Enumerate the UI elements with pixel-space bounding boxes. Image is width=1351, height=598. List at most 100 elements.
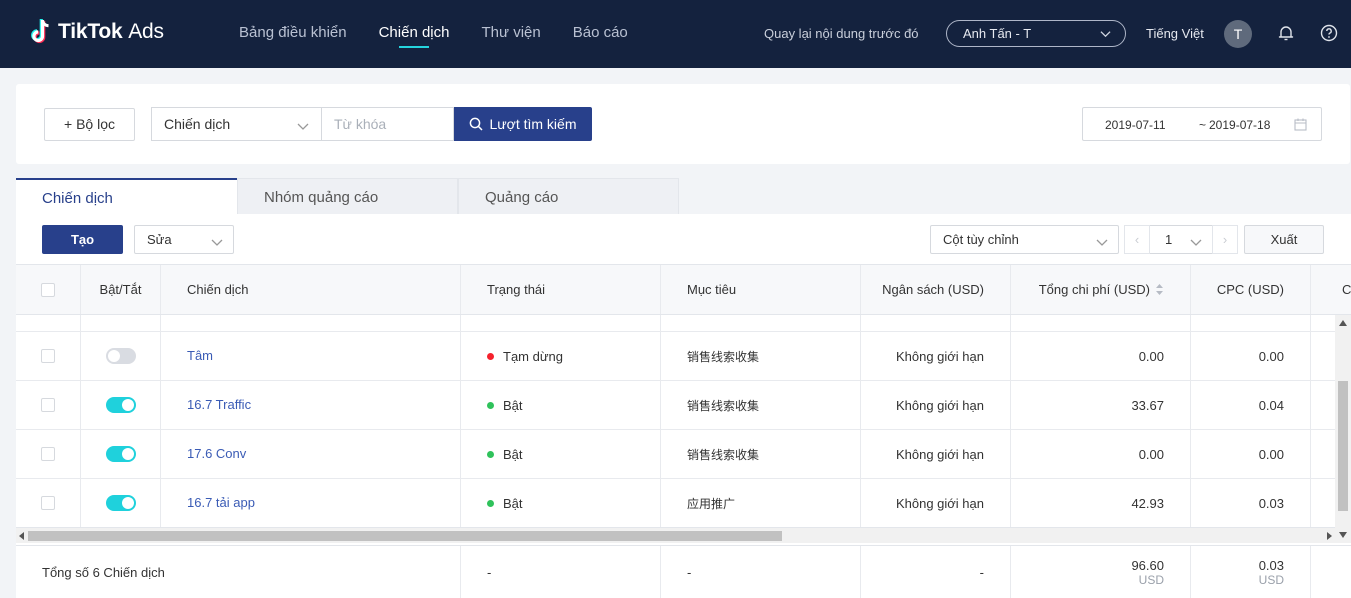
row-cpc-cell: 0.03 [1191,479,1311,527]
campaign-toggle[interactable] [105,397,136,413]
filter-button-label: Bộ lọc [76,116,115,132]
row-campaign-cell: 16.7 Traffic [161,381,461,429]
row-campaign-cell: 17.6 Conv [161,430,461,478]
footer-status: - [461,546,661,598]
cell [1011,315,1191,331]
bell-icon[interactable] [1277,24,1295,42]
tab-campaigns[interactable]: Chiến dịch [16,178,237,215]
status-text: Tạm dừng [503,348,564,364]
scroll-up-icon[interactable] [1339,320,1347,326]
search-button-label: Lượt tìm kiếm [489,116,577,132]
row-status-cell: Bật [461,381,661,429]
row-total-cost-cell: 33.67 [1011,381,1191,429]
row-checkbox[interactable] [41,496,55,510]
search-type-select[interactable]: Chiến dịch [151,107,321,141]
keyword-input[interactable] [321,107,454,141]
vertical-scrollbar[interactable] [1335,315,1351,543]
prev-page-button[interactable]: ‹ [1124,225,1150,254]
row-checkbox[interactable] [41,398,55,412]
row-campaign-cell: 16.7 tải app [161,479,461,527]
campaign-table: Bật/Tắt Chiến dịch Trạng thái Mục tiêu N… [16,264,1351,598]
cell [161,315,461,331]
header-budget: Ngân sách (USD) [861,265,1011,314]
row-total-cost-cell: 0.00 [1011,332,1191,380]
header-toggle: Bật/Tắt [81,265,161,314]
vertical-scroll-thumb[interactable] [1338,381,1348,511]
table-row: 17.6 Conv Bật 销售线索收集 Không giới hạn 0.00 0.00 [16,430,1351,479]
scroll-right-icon[interactable] [1326,532,1332,540]
search-button[interactable]: Lượt tìm kiếm [454,107,592,141]
help-icon[interactable] [1320,24,1338,42]
campaign-toggle[interactable] [105,446,136,462]
table-row: 16.7 tải app Bật 应用推广 Không giới hạn 42.93 0.… [16,479,1351,528]
page-number: 1 [1165,232,1173,247]
campaign-name-link[interactable]: 16.7 Traffic [187,397,251,412]
row-total-cost-cell: 42.93 [1011,479,1191,527]
create-button[interactable]: Tạo [42,225,123,254]
next-page-button[interactable]: › [1212,225,1238,254]
language-switch[interactable]: Tiếng Việt [1146,0,1204,68]
scroll-left-icon[interactable] [19,532,25,540]
nav-campaigns[interactable]: Chiến dịch [379,0,450,68]
campaign-name-link[interactable]: 17.6 Conv [187,446,246,461]
tab-ads[interactable]: Quảng cáo [458,178,679,214]
table-row: Tâm Tạm dừng 销售线索收集 Không giới hạn 0.00 0.00 [16,332,1351,381]
chevron-down-icon [1096,239,1108,246]
cell [81,315,161,331]
row-status-cell: Bật [461,430,661,478]
header-next-column: C [1342,282,1351,297]
header-objective: Mục tiêu [661,265,861,314]
row-checkbox[interactable] [41,349,55,363]
tiktok-ads-logo[interactable]: TikTok Ads [28,18,164,46]
header-total-cost[interactable]: Tổng chi phí (USD) [1011,265,1191,314]
scroll-down-icon[interactable] [1339,532,1347,538]
row-checkbox[interactable] [41,447,55,461]
status-dot [487,352,494,360]
nav-reports[interactable]: Báo cáo [573,0,628,68]
sort-icon[interactable] [1155,283,1164,296]
row-toggle-cell [81,479,161,527]
account-select[interactable]: Anh Tấn - T [946,20,1126,47]
horizontal-scroll-thumb[interactable] [28,531,782,541]
entity-tabs: Chiến dịch Nhóm quảng cáo Quảng cáo [16,178,679,215]
edit-select[interactable]: Sửa [134,225,234,254]
table-row: 16.7 Traffic Bật 销售线索收集 Không giới hạn 33.67… [16,381,1351,430]
campaign-toggle[interactable] [105,495,136,511]
header-campaign[interactable]: Chiến dịch [161,265,461,314]
custom-columns-select[interactable]: Cột tùy chỉnh [930,225,1119,254]
tab-ad-groups[interactable]: Nhóm quảng cáo [237,178,458,214]
page-select[interactable]: 1 [1150,225,1212,254]
row-cpc-cell: 0.00 [1191,430,1311,478]
nav-library[interactable]: Thư viện [481,0,540,68]
nav-dashboard[interactable]: Bảng điều khiển [239,0,347,68]
custom-columns-value: Cột tùy chỉnh [943,232,1019,247]
brand-name: TikTok Ads [58,20,164,43]
campaign-name-link[interactable]: 16.7 tải app [187,495,255,510]
row-budget-cell: Không giới hạn [861,332,1011,380]
back-link[interactable]: Quay lại nội dung trước đó [764,0,919,68]
horizontal-scrollbar[interactable] [16,527,1335,543]
row-select-cell [16,332,81,380]
campaign-toggle[interactable] [105,348,136,364]
table-header: Bật/Tắt Chiến dịch Trạng thái Mục tiêu N… [16,265,1351,315]
footer-summary: Tổng số 6 Chiến dịch [16,546,461,598]
date-separator: ~ [1199,118,1207,132]
avatar[interactable]: T [1224,20,1252,48]
chevron-down-icon [297,123,309,130]
main-nav: Bảng điều khiển Chiến dịch Thư viện Báo … [239,0,660,68]
select-all-checkbox[interactable] [41,282,55,297]
table-footer: Tổng số 6 Chiến dịch - - - 96.60 USD 0.0… [16,545,1351,598]
header-cpc: CPC (USD) [1191,265,1311,314]
date-range-picker[interactable]: 2019-07-11 ~ 2019-07-18 [1082,107,1322,141]
header-status: Trạng thái [461,265,661,314]
footer-objective: - [661,546,861,598]
export-button[interactable]: Xuất [1244,225,1324,254]
row-select-cell [16,479,81,527]
header-total-cost-label: Tổng chi phí (USD) [1038,282,1150,297]
filter-button[interactable]: + Bộ lọc [44,108,135,141]
campaign-name-link[interactable]: Tâm [187,348,213,363]
status-dot [487,401,494,409]
row-objective-cell: 销售线索收集 [661,381,861,429]
row-select-cell [16,381,81,429]
status-text: Bật [503,397,523,413]
